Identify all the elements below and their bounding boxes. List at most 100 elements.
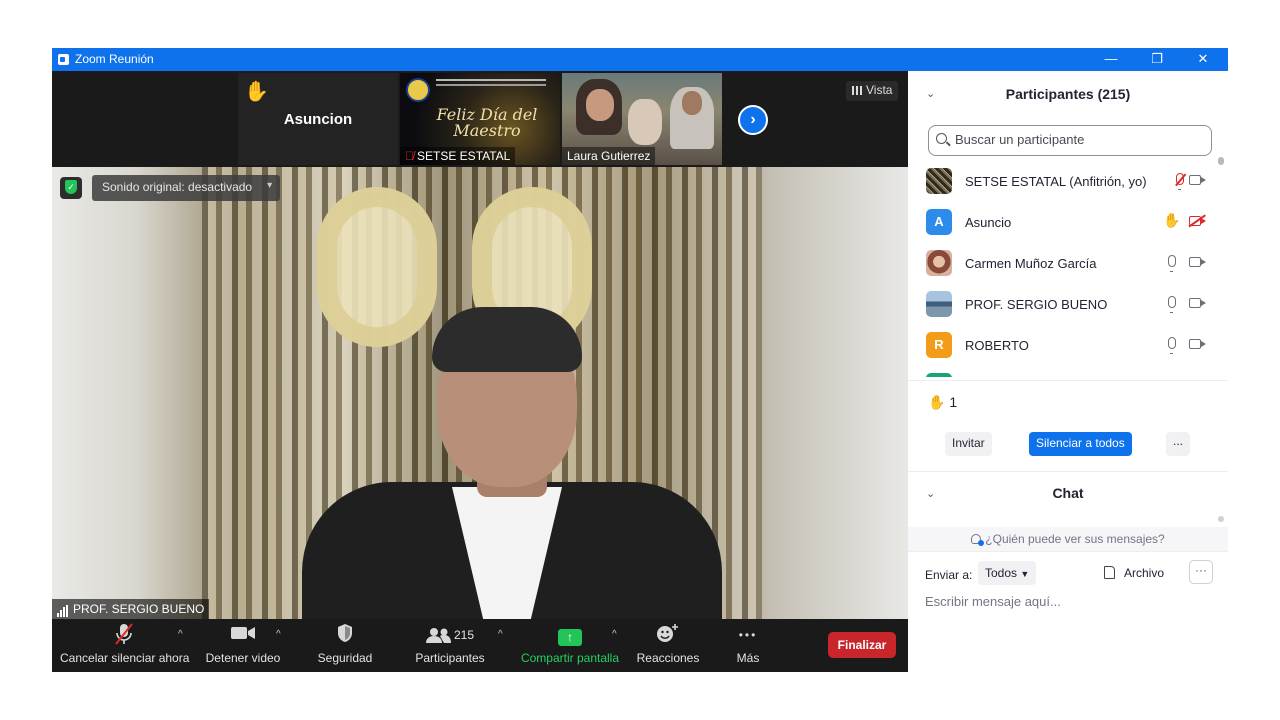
banner-header-text xyxy=(436,79,546,81)
participants-header: ⌄ Participantes (215) xyxy=(908,71,1228,117)
encryption-shield-icon[interactable] xyxy=(60,177,82,199)
zoom-app-icon xyxy=(58,54,69,65)
window-title: Zoom Reunión xyxy=(75,52,154,66)
person-image xyxy=(576,79,622,135)
video-off-icon[interactable] xyxy=(1189,216,1201,226)
tile-name-label: Laura Gutierrez xyxy=(562,147,656,165)
share-screen-button[interactable]: ↑ Compartir pantalla xyxy=(518,623,622,665)
banner-text: Feliz Día del Maestro xyxy=(436,105,538,140)
raised-hands-summary[interactable]: ✋ 1 xyxy=(928,394,957,411)
person-image xyxy=(628,99,662,145)
main-video: Sonido original: desactivado ▾ PROF. SER… xyxy=(52,167,908,619)
mute-all-button[interactable]: Silenciar a todos xyxy=(1029,432,1132,456)
speaker-hair xyxy=(432,307,582,372)
send-to-label: Enviar a: xyxy=(925,568,973,582)
end-meeting-button[interactable]: Finalizar xyxy=(828,632,896,658)
video-camera-icon[interactable] xyxy=(1189,339,1201,349)
video-camera-icon[interactable] xyxy=(1189,298,1201,308)
participants-options-caret[interactable]: ^ xyxy=(498,629,503,640)
title-bar: Zoom Reunión — ❐ ✕ xyxy=(52,48,1228,71)
video-camera-icon xyxy=(204,623,282,647)
chat-more-button[interactable]: ··· xyxy=(1189,560,1213,584)
file-button[interactable]: Archivo xyxy=(1104,566,1164,580)
participant-row[interactable]: A Asuncio ✋ xyxy=(908,202,1220,243)
share-options-caret[interactable]: ^ xyxy=(612,629,617,640)
security-button[interactable]: Seguridad xyxy=(310,623,380,665)
share-arrow-icon: ↑ xyxy=(558,629,582,646)
participants-panel: ⌄ Participantes (215) Buscar un particip… xyxy=(908,71,1228,672)
mic-off-icon xyxy=(60,623,188,647)
participant-name: Asuncio xyxy=(965,215,1012,230)
video-camera-icon[interactable] xyxy=(1189,175,1201,185)
meeting-area: ✋ Asuncion Feliz Día del Maestro 🎙̸ SETSE… xyxy=(52,71,908,672)
participant-name: ROBERTO xyxy=(965,338,1029,353)
more-dots-icon: ••• xyxy=(738,628,758,642)
raised-hand-icon: ✋ xyxy=(244,81,269,103)
view-button[interactable]: Vista xyxy=(846,81,899,101)
original-sound-toggle[interactable]: Sonido original: desactivado ▾ xyxy=(92,175,281,201)
participants-icon: 215 xyxy=(410,623,490,647)
divider xyxy=(908,551,1228,552)
avatar xyxy=(926,291,952,317)
participants-title: Participantes (215) xyxy=(1005,86,1131,102)
chat-header: ⌄ Chat xyxy=(908,471,1228,515)
file-icon xyxy=(1104,566,1115,579)
smiley-add-icon xyxy=(632,623,704,647)
mic-muted-icon: 🎙̸ xyxy=(405,149,414,163)
next-page-button[interactable]: › xyxy=(738,105,768,135)
minimize-button[interactable]: — xyxy=(1088,49,1134,69)
participant-row[interactable]: SETSE ESTATAL (Anfitrión, yo) xyxy=(908,161,1220,202)
participants-count: 215 xyxy=(453,628,475,642)
avatar xyxy=(926,250,952,276)
participants-button[interactable]: 215 Participantes xyxy=(410,623,490,665)
mic-muted-icon[interactable] xyxy=(1176,173,1184,190)
chat-scrollbar[interactable] xyxy=(1218,516,1224,522)
setse-logo xyxy=(406,78,430,102)
chat-title: Chat xyxy=(1052,485,1084,501)
who-can-see-link[interactable]: ¿Quién puede ver sus mensajes? xyxy=(908,527,1228,551)
zoom-window: Zoom Reunión — ❐ ✕ ✋ Asuncion Feliz Día … xyxy=(52,48,1228,672)
participant-list-scrollbar[interactable] xyxy=(1218,157,1224,379)
divider xyxy=(908,380,1228,381)
video-camera-icon[interactable] xyxy=(1189,257,1201,267)
participant-search-input[interactable]: Buscar un participante xyxy=(928,125,1212,156)
close-button[interactable]: ✕ xyxy=(1180,49,1226,69)
restore-button[interactable]: ❐ xyxy=(1134,49,1180,69)
chat-message-input[interactable]: Escribir mensaje aquí... xyxy=(925,594,1061,609)
grid-icon xyxy=(852,86,862,95)
participant-row[interactable] xyxy=(908,366,1220,377)
audio-options-caret[interactable]: ^ xyxy=(178,629,183,640)
raised-hand-icon: ✋ xyxy=(1163,212,1181,228)
mute-button[interactable]: Cancelar silenciar ahora xyxy=(60,623,189,665)
balloon-number xyxy=(317,187,437,347)
participant-row[interactable]: Carmen Muñoz García xyxy=(908,243,1220,284)
stop-video-button[interactable]: Detener video xyxy=(204,623,282,665)
more-button[interactable]: ••• Más xyxy=(722,623,774,665)
mic-icon[interactable] xyxy=(1168,296,1176,313)
participant-name: PROF. SERGIO BUENO xyxy=(965,297,1108,312)
video-tile-asuncion[interactable]: ✋ Asuncion xyxy=(238,73,398,165)
video-tile-setse[interactable]: Feliz Día del Maestro 🎙̸ SETSE ESTATAL xyxy=(400,73,560,165)
invite-button[interactable]: Invitar xyxy=(945,432,992,456)
video-tile-laura[interactable]: Laura Gutierrez xyxy=(562,73,722,165)
participant-name: Carmen Muñoz García xyxy=(965,256,1097,271)
tile-name: Asuncion xyxy=(283,111,353,128)
reactions-button[interactable]: Reacciones xyxy=(632,623,704,665)
signal-bars-icon xyxy=(57,603,69,617)
participant-row[interactable]: R ROBERTO xyxy=(908,325,1220,366)
chevron-down-icon: ▾ xyxy=(267,180,273,191)
avatar: R xyxy=(926,332,952,358)
recipient-dropdown[interactable]: Todos ▼ xyxy=(978,561,1037,585)
mic-icon[interactable] xyxy=(1168,337,1176,354)
person-image xyxy=(670,87,714,149)
shield-icon xyxy=(310,623,380,647)
speaker-name-label: PROF. SERGIO BUENO xyxy=(52,599,210,619)
avatar xyxy=(926,168,952,194)
mic-icon[interactable] xyxy=(1168,255,1176,272)
video-options-caret[interactable]: ^ xyxy=(276,629,281,640)
raised-hand-icon: ✋ xyxy=(928,394,946,410)
participant-row[interactable]: PROF. SERGIO BUENO xyxy=(908,284,1220,325)
participants-more-button[interactable]: ... xyxy=(1166,432,1190,456)
raised-hand-count: 1 xyxy=(949,394,958,410)
avatar: A xyxy=(926,209,952,235)
